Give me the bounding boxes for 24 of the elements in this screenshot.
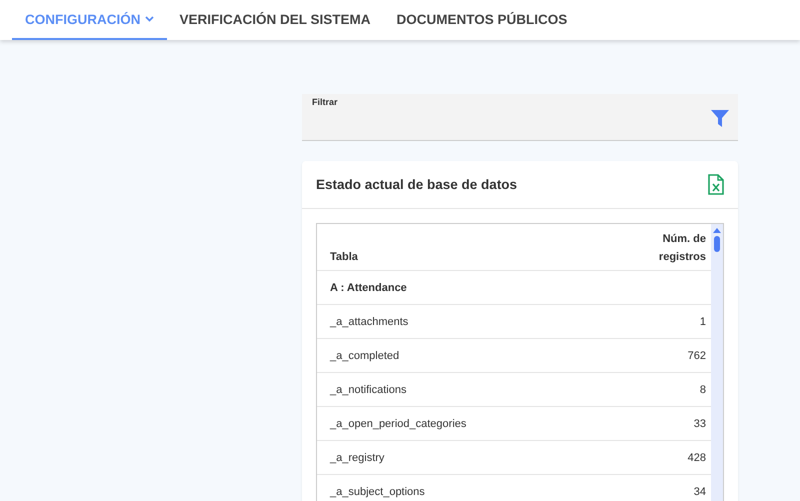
table-cell: _a_subject_options bbox=[330, 486, 425, 498]
column-header: Tabla bbox=[330, 250, 358, 265]
column-header: Núm. de registros bbox=[658, 232, 706, 265]
table-cell: _a_completed bbox=[330, 350, 400, 362]
filter-icon[interactable] bbox=[711, 110, 729, 127]
filter-field[interactable]: Filtrar bbox=[302, 94, 738, 141]
scrollbar-thumb[interactable] bbox=[714, 236, 720, 252]
group-heading: A : Attendance bbox=[330, 282, 407, 294]
table-cell: 1 bbox=[700, 316, 706, 328]
nav-tab[interactable]: DOCUMENTOS PÚBLICOS bbox=[384, 0, 580, 40]
scroll-up-icon[interactable] bbox=[713, 228, 721, 233]
card-title: Estado actual de base de datos bbox=[316, 177, 518, 192]
table-cell: _a_open_period_categories bbox=[330, 418, 466, 430]
spreadsheet-file-icon[interactable] bbox=[708, 174, 724, 195]
scrollbar[interactable] bbox=[711, 224, 723, 501]
table-cell: 33 bbox=[694, 418, 706, 430]
table-cell: _a_registry bbox=[330, 452, 384, 464]
table-cell: 8 bbox=[700, 384, 706, 396]
table-cell: 34 bbox=[694, 486, 706, 498]
table-cell: 428 bbox=[688, 452, 706, 464]
nav-tab[interactable]: VERIFICACIÓN DEL SISTEMA bbox=[166, 0, 384, 40]
table-cell: _a_notifications bbox=[330, 384, 406, 396]
table-cell: _a_attachments bbox=[330, 316, 408, 328]
table-cell: 762 bbox=[688, 350, 706, 362]
